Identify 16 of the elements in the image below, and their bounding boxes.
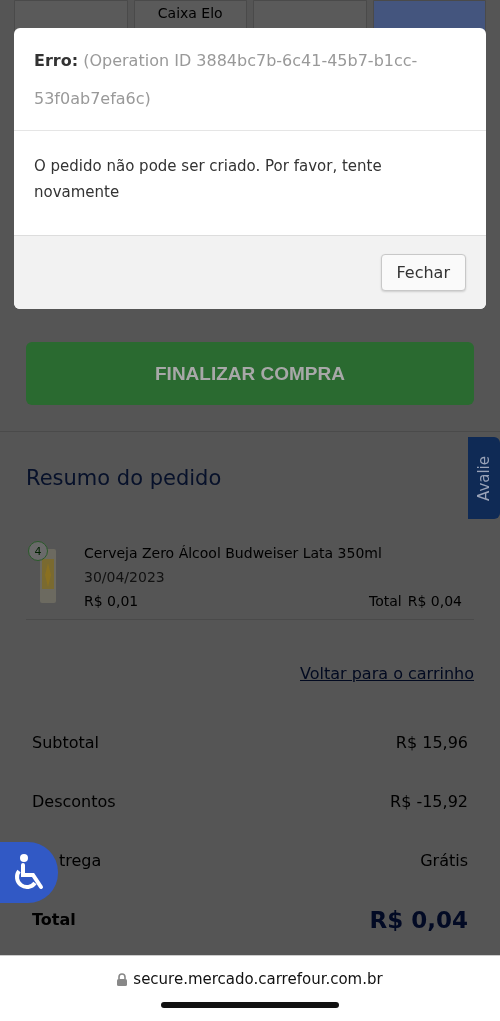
summary-value: R$ -15,92 (390, 792, 468, 811)
summary-label: trega (59, 851, 102, 870)
summary-value: R$ 0,04 (369, 906, 468, 933)
unit-price: R$ 0,01 (84, 593, 139, 609)
total-label: Total (369, 593, 402, 609)
delivery-date: 30/04/2023 (84, 569, 166, 585)
summary-label: Total (32, 910, 76, 929)
product-name: Cerveja Zero Álcool Budweiser Lata 350ml (84, 545, 383, 561)
summary-label: Subtotal (32, 733, 100, 752)
item-total: R$ 0,04 (407, 593, 462, 609)
summary-value: Grátis (420, 851, 468, 870)
error-heading: Erro: (Operation ID 3884bc7b-6c41-45b7-b1cc-53f0ab7efa6c) (14, 28, 486, 131)
quantity-badge: 4 (28, 541, 48, 561)
summary-label: Descontos (32, 792, 116, 811)
summary-title: Resumo do pedido (26, 466, 223, 490)
summary-value: R$ 15,96 (395, 733, 468, 752)
